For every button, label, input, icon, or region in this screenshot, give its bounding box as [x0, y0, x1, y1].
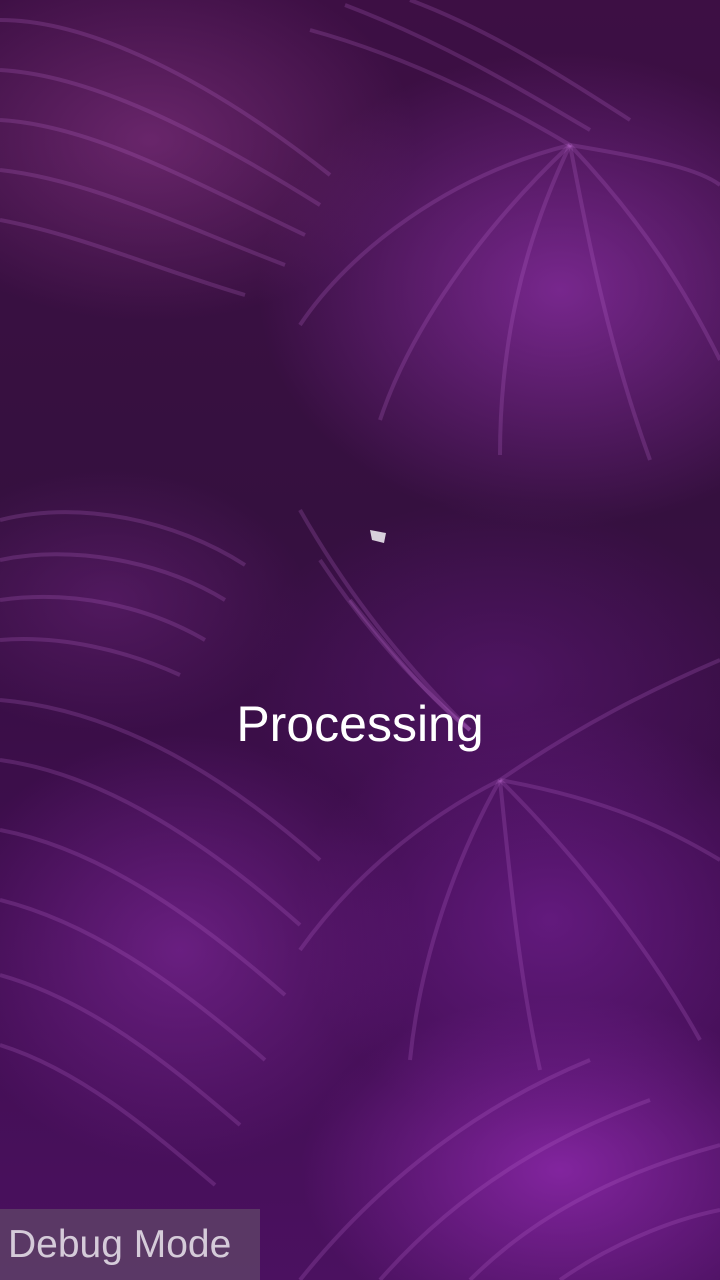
processing-status-text: Processing: [236, 696, 484, 752]
purple-leaves-background: [0, 0, 720, 1280]
debug-mode-badge: Debug Mode: [0, 1209, 260, 1280]
loading-spinner-icon: [370, 530, 386, 543]
processing-screen: Processing Debug Mode: [0, 0, 720, 1280]
